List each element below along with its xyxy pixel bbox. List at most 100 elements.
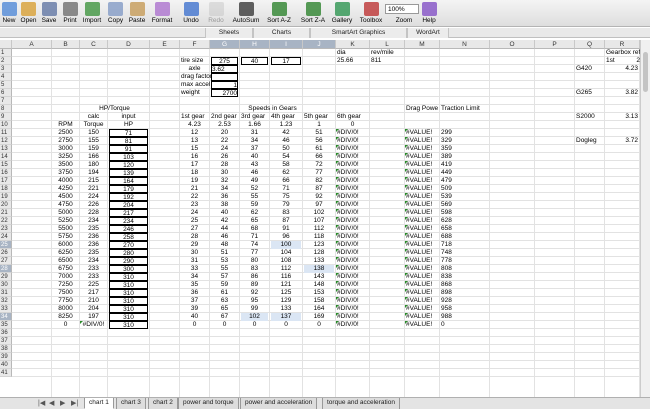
column-header-E[interactable]: E <box>150 40 180 49</box>
rpm-value[interactable]: 8000 <box>53 305 78 313</box>
traction-limit-value[interactable]: 509 <box>441 185 488 193</box>
column-header-L[interactable]: L <box>370 40 405 49</box>
gear-speed-2[interactable]: 46 <box>211 233 238 241</box>
tire-size-input-2[interactable]: 40 <box>241 57 268 65</box>
paste-button[interactable]: Paste <box>126 0 148 27</box>
format-button[interactable]: Format <box>149 0 175 27</box>
sheet-tab-power-and-torque[interactable]: power and torque <box>178 398 239 409</box>
gearbox-ratio[interactable]: 3.82 <box>606 89 638 97</box>
traction-limit-value[interactable]: 359 <box>441 145 488 153</box>
gear-speed-3[interactable]: 52 <box>241 185 268 193</box>
gear-speed-3[interactable]: 80 <box>241 257 268 265</box>
rpm-value[interactable]: 6750 <box>53 265 78 273</box>
gear-speed-5[interactable]: 51 <box>304 129 334 137</box>
gearbox-ratio[interactable]: 4.23 <box>606 65 638 73</box>
row-header-3[interactable]: 3 <box>0 65 12 73</box>
gear-header-5[interactable]: 5th gear <box>304 113 334 121</box>
gear-speed-1[interactable]: 34 <box>181 273 208 281</box>
hp-input[interactable]: 310 <box>109 321 148 329</box>
copy-button[interactable]: Copy <box>106 0 125 27</box>
gear-speed-1[interactable]: 36 <box>181 289 208 297</box>
gear-speed-5[interactable]: 123 <box>304 241 334 249</box>
gear-speed-2[interactable]: 63 <box>211 297 238 305</box>
column-header-P[interactable]: P <box>535 40 575 49</box>
gear-speed-4[interactable]: 121 <box>271 281 301 289</box>
row-header-2[interactable]: 2 <box>0 57 12 65</box>
gear-speed-4[interactable]: 91 <box>271 225 301 233</box>
gear-speed-5[interactable]: 128 <box>304 249 334 257</box>
torque-value[interactable]: 204 <box>81 305 106 313</box>
gear-speed-1[interactable]: 29 <box>181 241 208 249</box>
hp-input[interactable]: 310 <box>109 313 148 321</box>
hp-input[interactable]: 120 <box>109 161 148 169</box>
gear-speed-4[interactable]: 62 <box>271 169 301 177</box>
drag-power-value[interactable]: #VALUE! <box>406 153 438 161</box>
drag-power-value[interactable]: #VALUE! <box>406 281 438 289</box>
gear-speed-5[interactable]: 97 <box>304 201 334 209</box>
gear-speed-6[interactable]: #DIV/0! <box>337 217 368 225</box>
gear-speed-6[interactable]: #DIV/0! <box>337 145 368 153</box>
gear-speed-5[interactable]: 112 <box>304 225 334 233</box>
traction-limit-value[interactable]: 0 <box>441 321 488 329</box>
gear-header-6[interactable]: 6th gear <box>337 113 368 121</box>
gear-speed-1[interactable]: 18 <box>181 169 208 177</box>
hp-input[interactable]: 280 <box>109 249 148 257</box>
row-header-35[interactable]: 35 <box>0 321 12 329</box>
drag-power-value[interactable]: #VALUE! <box>406 313 438 321</box>
row-header-4[interactable]: 4 <box>0 73 12 81</box>
gear-speed-2[interactable]: 26 <box>211 153 238 161</box>
row-header-41[interactable]: 41 <box>0 369 12 377</box>
hp-input[interactable]: 192 <box>109 193 148 201</box>
gearbox-ratio[interactable]: 3.13 <box>606 113 638 121</box>
gear-speed-6[interactable]: #DIV/0! <box>337 241 368 249</box>
drag-power-value[interactable]: #VALUE! <box>406 233 438 241</box>
row-header-28[interactable]: 28 <box>0 265 12 273</box>
vertical-scrollbar[interactable] <box>640 40 650 397</box>
torque-value[interactable]: 194 <box>81 169 106 177</box>
gear-ratio-5[interactable]: 1 <box>304 121 334 129</box>
column-header-B[interactable]: B <box>52 40 80 49</box>
rpm-value[interactable]: 8250 <box>53 313 78 321</box>
rpm-value[interactable]: 4750 <box>53 201 78 209</box>
gear-speed-1[interactable]: 21 <box>181 185 208 193</box>
hp-input[interactable]: 234 <box>109 217 148 225</box>
row-header-26[interactable]: 26 <box>0 249 12 257</box>
rpm-value[interactable]: 5750 <box>53 233 78 241</box>
max-accel-input[interactable]: 1 <box>211 81 238 89</box>
row-header-37[interactable]: 37 <box>0 337 12 345</box>
gear-speed-3[interactable]: 37 <box>241 145 268 153</box>
weight-label[interactable]: weight <box>181 89 208 97</box>
column-header-H[interactable]: H <box>240 40 270 49</box>
gear-speed-2[interactable]: 51 <box>211 249 238 257</box>
row-header-20[interactable]: 20 <box>0 201 12 209</box>
gear-speed-1[interactable]: 37 <box>181 297 208 305</box>
hp-input[interactable]: 310 <box>109 273 148 281</box>
gear-speed-4[interactable]: 133 <box>271 305 301 313</box>
gear-speed-5[interactable]: 92 <box>304 193 334 201</box>
gear-speed-4[interactable]: 0 <box>271 321 301 329</box>
gear-speed-6[interactable]: #DIV/0! <box>337 265 368 273</box>
gear-speed-6[interactable]: #DIV/0! <box>337 209 368 217</box>
scrollbar-thumb[interactable] <box>643 52 648 92</box>
row-header-39[interactable]: 39 <box>0 353 12 361</box>
traction-limit-value[interactable]: 868 <box>441 281 488 289</box>
torque-value[interactable]: 235 <box>81 225 106 233</box>
gear-speed-6[interactable]: #DIV/0! <box>337 137 368 145</box>
rpm-value[interactable]: 3500 <box>53 161 78 169</box>
row-header-27[interactable]: 27 <box>0 257 12 265</box>
gear-speed-2[interactable]: 0 <box>211 321 238 329</box>
torque-value[interactable]: 236 <box>81 233 106 241</box>
drag-power-value[interactable]: #VALUE! <box>406 145 438 153</box>
gear-speed-4[interactable]: 112 <box>271 265 301 273</box>
row-header-22[interactable]: 22 <box>0 217 12 225</box>
column-header-O[interactable]: O <box>490 40 535 49</box>
speeds-title[interactable]: Speeds in Gears <box>211 105 334 113</box>
traction-limit-value[interactable]: 928 <box>441 297 488 305</box>
hp-input[interactable]: 310 <box>109 289 148 297</box>
drag-power-value[interactable]: #VALUE! <box>406 321 438 329</box>
gear-speed-5[interactable]: 77 <box>304 169 334 177</box>
ribbon-tab-sheets[interactable]: Sheets <box>205 28 253 38</box>
gear-ratio-1[interactable]: 4.23 <box>181 121 208 129</box>
traction-limit-value[interactable]: 539 <box>441 193 488 201</box>
import-button[interactable]: Import <box>80 0 104 27</box>
